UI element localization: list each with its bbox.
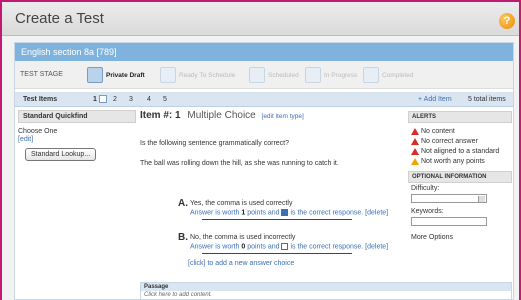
add-item-link[interactable]: + Add Item (418, 96, 452, 103)
page-title: Create a Test (15, 10, 104, 27)
app-window: Create a Test ? English section 8a [789]… (0, 0, 521, 300)
answer-letter-b: B. (178, 232, 188, 243)
stage-in-progress[interactable]: In Progress (305, 66, 357, 84)
correct-checkbox-b[interactable] (281, 243, 289, 250)
stage-scheduled[interactable]: Scheduled (249, 66, 299, 84)
more-options-link[interactable]: More Options (411, 234, 509, 241)
standard-lookup-button[interactable]: Standard Lookup... (25, 148, 97, 161)
question-text: Is the following sentence grammatically … (140, 140, 290, 147)
alerts-title: ALERTS (408, 111, 512, 123)
alert-text: No correct answer (421, 138, 478, 145)
delete-answer-a[interactable]: [delete] (365, 209, 388, 216)
alert-item: No correct answer (411, 138, 509, 145)
stage-ready-to-schedule[interactable]: Ready To Schedule (160, 66, 235, 84)
divider (202, 253, 352, 255)
alert-item: Not worth any points (411, 158, 509, 165)
section-heading: English section 8a [789] (15, 43, 513, 61)
quickfind-title: Standard Quickfind (18, 110, 136, 123)
edit-item-type-link[interactable]: [edit item type] (262, 113, 304, 120)
points-suffix: points and (247, 209, 280, 217)
correct-suffix: is the correct response. (290, 209, 364, 217)
stage-label-4: Completed (382, 71, 414, 79)
draft-icon (87, 67, 103, 83)
answer-points-b[interactable]: 0 (241, 243, 245, 250)
edit-standard-link[interactable]: [edit] (18, 136, 136, 143)
passage-panel: Passage Click here to add content. (140, 282, 512, 300)
schedule-icon (160, 67, 176, 83)
worth-prefix: Answer is worth (190, 209, 240, 217)
passage-content[interactable]: Click here to add content. (141, 291, 511, 299)
item-header: Item #: 1 Multiple Choice [edit item typ… (140, 110, 405, 121)
item-number: Item #: 1 (140, 110, 181, 121)
total-items-count: 5 total items (468, 96, 506, 103)
page-link-4[interactable]: 4 (147, 96, 151, 103)
item-type: Multiple Choice (187, 110, 256, 121)
points-suffix: points and (247, 243, 280, 251)
optional-info-panel: Difficulty: Keywords: More Options (408, 183, 512, 243)
error-icon (411, 128, 419, 135)
passage-sentence: The ball was rolling down the hill, as s… (140, 160, 339, 167)
page-link-2[interactable]: 2 (113, 96, 117, 103)
error-icon (411, 148, 419, 155)
left-column: Standard Quickfind Choose One [edit] Sta… (18, 110, 136, 240)
stage-private-draft[interactable]: Private Draft (87, 66, 145, 84)
stage-label: TEST STAGE (20, 71, 63, 78)
page-link-1[interactable]: 1 (93, 96, 97, 103)
error-icon (411, 138, 419, 145)
stage-label-2: Scheduled (268, 71, 299, 79)
alert-text: Not worth any points (421, 158, 485, 165)
stage-completed[interactable]: Completed (363, 66, 413, 84)
stage-bar: TEST STAGE Private Draft Ready To Schedu… (15, 61, 513, 89)
divider (202, 219, 352, 221)
passage-title: Passage (141, 283, 511, 291)
add-answer-row: [click] to add a new answer choice (188, 260, 294, 267)
keywords-label: Keywords: (411, 208, 444, 215)
answer-letter-a: A. (178, 198, 188, 209)
answer-points-a[interactable]: 1 (241, 209, 245, 216)
add-answer-link[interactable]: [click] (188, 260, 206, 267)
keywords-input[interactable] (411, 217, 487, 226)
help-icon[interactable]: ? (499, 13, 515, 29)
answer-worth-b: Answer is worth 0 points and is the corr… (190, 243, 398, 250)
correct-suffix: is the correct response. (290, 243, 364, 251)
answer-text-a[interactable]: Yes, the comma is used correctly (190, 200, 398, 207)
delete-answer-b[interactable]: [delete] (365, 243, 388, 250)
answer-choice-b: B. No, the comma is used incorrectly Ans… (178, 232, 398, 255)
calendar-icon (249, 67, 265, 83)
completed-icon (363, 67, 379, 83)
answer-text-b[interactable]: No, the comma is used incorrectly (190, 234, 398, 241)
content-area: English section 8a [789] TEST STAGE Priv… (2, 36, 519, 300)
add-answer-text: to add a new answer choice (207, 260, 295, 267)
alert-text: No content (421, 128, 455, 135)
difficulty-select[interactable] (411, 194, 487, 203)
difficulty-label: Difficulty: (411, 185, 440, 192)
page-link-3[interactable]: 3 (129, 96, 133, 103)
page-edit-icon[interactable] (99, 95, 107, 103)
correct-checkbox-a[interactable] (281, 209, 289, 216)
answer-worth-a: Answer is worth 1 points and is the corr… (190, 209, 398, 216)
stage-label-1: Ready To Schedule (179, 71, 236, 79)
stage-label-3: In Progress (324, 71, 358, 79)
worth-prefix: Answer is worth (190, 243, 240, 251)
choose-label: Choose One (18, 128, 58, 135)
test-items-label: Test Items (23, 96, 58, 103)
alert-text: Not aligned to a standard (421, 148, 500, 155)
alerts-list: No content No correct answer Not aligned… (408, 123, 512, 167)
progress-icon (305, 67, 321, 83)
optional-info-title: OPTIONAL INFORMATION (408, 171, 512, 183)
page-link-5[interactable]: 5 (163, 96, 167, 103)
alert-item: Not aligned to a standard (411, 148, 509, 155)
item-editor: Item #: 1 Multiple Choice [edit item typ… (140, 110, 405, 300)
stage-label-0: Private Draft (106, 71, 145, 79)
answer-choice-a: A. Yes, the comma is used correctly Answ… (178, 198, 398, 221)
right-column: ALERTS No content No correct answer Not … (408, 111, 512, 286)
test-items-bar: Test Items 1 2 3 4 5 + Add Item 5 total … (15, 92, 513, 107)
alert-item: No content (411, 128, 509, 135)
test-section: English section 8a [789] TEST STAGE Priv… (14, 42, 514, 300)
warning-icon (411, 158, 419, 165)
title-bar: Create a Test ? (2, 2, 519, 36)
